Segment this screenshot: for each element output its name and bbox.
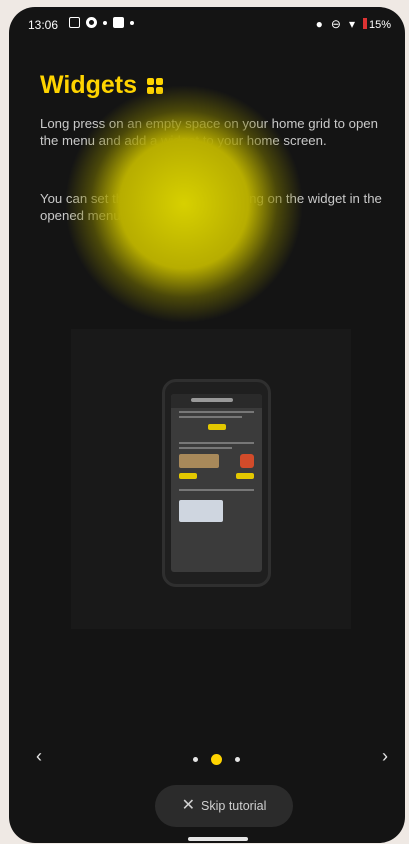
battery-icon (362, 17, 367, 29)
wifi-icon: ▾ (348, 17, 355, 31)
page-dot-3[interactable] (235, 757, 240, 762)
dot-icon (103, 20, 107, 25)
chevron-right-icon[interactable]: › (382, 746, 388, 767)
page-indicator (193, 754, 240, 765)
page-title: Widgets (40, 71, 137, 99)
skip-tutorial-button[interactable]: ✕ Skip tutorial (155, 785, 293, 827)
illustration-glow (64, 84, 304, 324)
phone-mockup-screen (171, 394, 262, 572)
notification-icons (69, 17, 134, 28)
dot-icon (130, 20, 134, 25)
phone-mockup (162, 379, 271, 587)
data-saver-icon: ● (315, 17, 323, 31)
battery-indicator: 15% (362, 17, 391, 31)
battery-percent: 15% (368, 18, 391, 31)
dnd-icon: ⊖ (330, 17, 341, 31)
page-dot-1[interactable] (193, 757, 198, 762)
chevron-left-icon[interactable]: ‹ (36, 746, 42, 767)
status-bar: 13:06 ● ⊖ ▾ 15% (9, 7, 405, 37)
status-time: 13:06 (28, 18, 59, 32)
calendar-icon (69, 17, 80, 28)
app-screen: 13:06 ● ⊖ ▾ 15% Widgets Long press on an… (9, 7, 405, 843)
page-dot-2[interactable] (211, 754, 222, 765)
home-indicator[interactable] (188, 837, 248, 841)
system-icons: ● ⊖ ▾ 15% (316, 17, 391, 31)
linkedin-icon (113, 17, 124, 28)
close-icon: ✕ (181, 797, 196, 814)
skip-tutorial-label: Skip tutorial (201, 799, 267, 813)
sync-icon (86, 17, 97, 28)
